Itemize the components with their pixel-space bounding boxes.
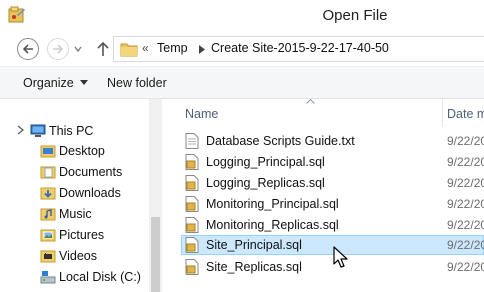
- forward-button[interactable]: [47, 38, 69, 60]
- nav-pane-scrollbar[interactable]: [149, 99, 162, 292]
- file-date: 9/22/20: [447, 197, 484, 211]
- drive-icon: [40, 271, 56, 284]
- sql-file-icon: [185, 259, 199, 275]
- arrow-right-icon: [53, 44, 64, 54]
- computer-icon: [30, 124, 46, 137]
- organize-button[interactable]: Organize: [23, 76, 88, 90]
- music-folder-icon: [40, 208, 56, 221]
- file-row[interactable]: Logging_Replicas.sql 9/22/20: [163, 173, 484, 193]
- sql-file-icon: [185, 154, 199, 170]
- file-name: Site_Principal.sql: [206, 238, 302, 252]
- window-title: Open File: [322, 7, 388, 24]
- up-arrow-icon[interactable]: [96, 40, 110, 58]
- file-date: 9/22/20: [447, 218, 484, 232]
- navigation-bar: « Temp Create Site-2015-9-22-17-40-50: [0, 32, 484, 66]
- file-row[interactable]: Monitoring_Replicas.sql 9/22/20: [163, 215, 484, 235]
- sql-file-icon: [185, 217, 199, 233]
- mouse-pointer-icon: [333, 246, 348, 268]
- file-name: Monitoring_Replicas.sql: [206, 218, 339, 232]
- title-bar: Open File: [0, 0, 484, 32]
- recent-locations-chevron-icon[interactable]: [74, 45, 82, 53]
- sql-file-icon: [185, 237, 199, 253]
- downloads-folder-icon: [40, 187, 56, 200]
- address-overflow-chevron[interactable]: «: [142, 41, 149, 55]
- file-name: Logging_Principal.sql: [206, 155, 325, 169]
- desktop-folder-icon: [40, 145, 56, 158]
- address-bar[interactable]: « Temp Create Site-2015-9-22-17-40-50: [113, 36, 484, 62]
- folder-icon: [120, 43, 138, 57]
- breadcrumb-create-site[interactable]: Create Site-2015-9-22-17-40-50: [211, 41, 389, 55]
- sql-file-icon: [185, 196, 199, 212]
- sql-file-icon: [185, 175, 199, 191]
- arrow-left-icon: [22, 44, 33, 54]
- file-row[interactable]: Database Scripts Guide.txt 9/22/20: [163, 131, 484, 151]
- file-list: Name Date m Database Scripts Guide.txt 9…: [163, 99, 484, 292]
- documents-folder-icon: [40, 166, 56, 179]
- new-folder-button[interactable]: New folder: [107, 76, 167, 90]
- file-row[interactable]: Site_Replicas.sql 9/22/20: [163, 257, 484, 277]
- file-name: Site_Replicas.sql: [206, 260, 302, 274]
- pictures-folder-icon: [40, 229, 56, 242]
- videos-folder-icon: [40, 250, 56, 263]
- file-name: Monitoring_Principal.sql: [206, 197, 339, 211]
- new-folder-label: New folder: [107, 76, 167, 90]
- file-date: 9/22/20: [447, 134, 484, 148]
- breadcrumb-temp[interactable]: Temp: [157, 41, 188, 55]
- chevron-down-icon: [79, 80, 88, 85]
- file-name: Logging_Replicas.sql: [206, 176, 325, 190]
- navigation-pane: This PC Desktop Documents Downloads Musi…: [0, 99, 162, 292]
- expand-arrow-icon[interactable]: [17, 125, 25, 135]
- file-date: 9/22/20: [447, 260, 484, 274]
- organize-label: Organize: [23, 76, 74, 90]
- file-date: 9/22/20: [447, 176, 484, 190]
- file-row[interactable]: Monitoring_Principal.sql 9/22/20: [163, 194, 484, 214]
- file-row[interactable]: Logging_Principal.sql 9/22/20: [163, 152, 484, 172]
- toolbar: Organize New folder: [0, 66, 484, 99]
- nav-pane-scrollbar-thumb[interactable]: [151, 217, 160, 292]
- file-date: 9/22/20: [447, 155, 484, 169]
- file-date: 9/22/20: [447, 238, 484, 252]
- chevron-right-icon[interactable]: [199, 45, 205, 54]
- column-header-date-modified[interactable]: Date m: [444, 99, 484, 127]
- back-button[interactable]: [17, 38, 39, 60]
- column-header-name[interactable]: Name: [163, 99, 443, 127]
- file-name: Database Scripts Guide.txt: [206, 134, 355, 148]
- text-file-icon: [185, 133, 199, 149]
